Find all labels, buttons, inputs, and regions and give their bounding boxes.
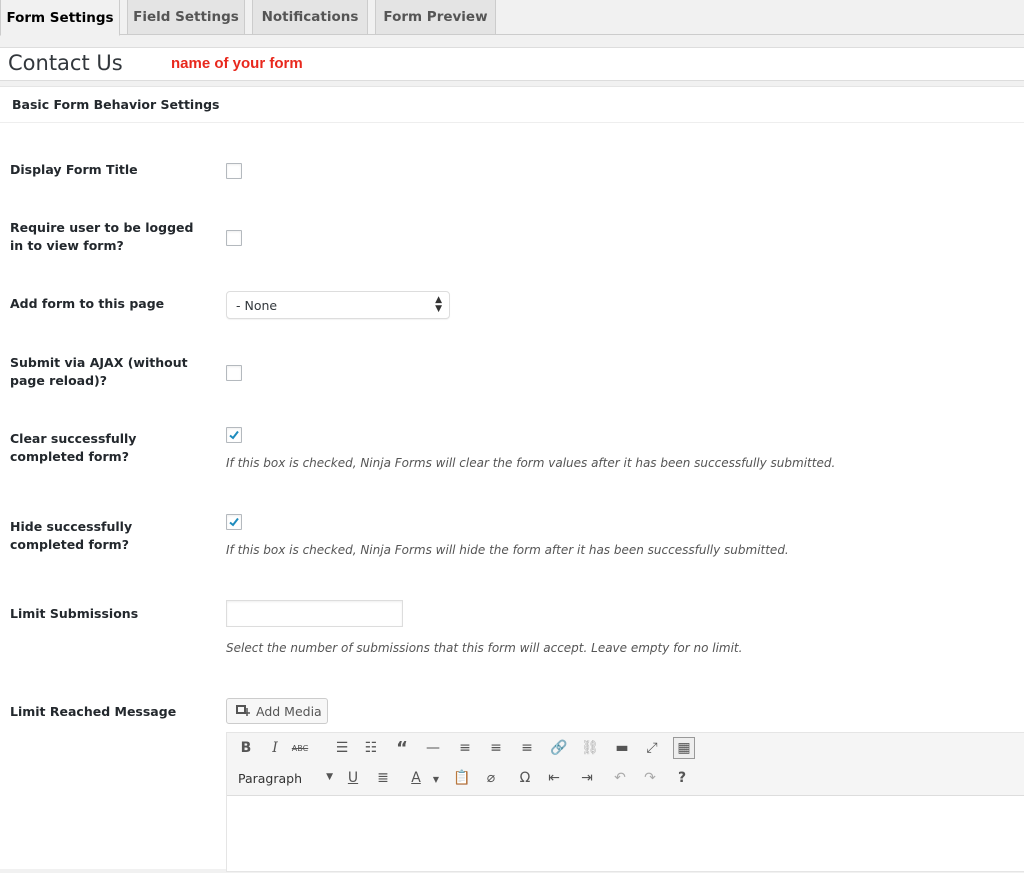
form-title-box[interactable]: Contact Us name of your form: [0, 47, 1024, 81]
ajax-label: Submit via AJAX (without page reload)?: [10, 355, 188, 388]
limit-message-label: Limit Reached Message: [10, 704, 177, 719]
text-color-icon[interactable]: A: [405, 767, 427, 789]
form-title-input[interactable]: Contact Us: [8, 51, 123, 75]
clear-complete-label: Clear successfully completed form?: [10, 431, 137, 464]
align-left-icon[interactable]: ≡: [454, 737, 476, 759]
format-select[interactable]: Paragraph ▼: [233, 767, 337, 789]
blockquote-icon[interactable]: “: [391, 737, 413, 759]
text-color-dropdown-icon[interactable]: ▼: [425, 768, 447, 790]
logged-in-checkbox[interactable]: [226, 230, 242, 246]
redo-icon[interactable]: ↷: [639, 767, 661, 789]
special-character-icon[interactable]: Ω: [514, 767, 536, 789]
add-media-button[interactable]: Add Media: [226, 698, 328, 724]
form-title-annotation: name of your form: [171, 55, 303, 72]
clear-complete-description: If this box is checked, Ninja Forms will…: [226, 456, 836, 470]
limit-submissions-description: Select the number of submissions that th…: [226, 641, 743, 655]
section-divider: [0, 122, 1024, 123]
indent-icon[interactable]: ⇥: [576, 767, 598, 789]
unlink-icon[interactable]: ⛓: [579, 737, 601, 759]
horizontal-rule-icon[interactable]: —: [422, 737, 444, 759]
editor-toolbar: B I ABC ☰ ☷ “ — ≡ ≡ ≡ 🔗 ⛓ ▬ ⤢ ▦ Paragrap…: [227, 733, 1024, 796]
limit-submissions-label: Limit Submissions: [10, 606, 139, 621]
align-center-icon[interactable]: ≡: [485, 737, 507, 759]
link-icon[interactable]: 🔗: [548, 737, 570, 759]
underline-icon[interactable]: U: [342, 767, 364, 789]
bold-icon[interactable]: B: [235, 737, 257, 759]
clear-complete-checkbox[interactable]: [226, 427, 242, 443]
undo-icon[interactable]: ↶: [609, 767, 631, 789]
strikethrough-icon[interactable]: ABC: [289, 737, 311, 759]
editor-content-area[interactable]: [227, 797, 1024, 873]
rich-text-editor[interactable]: B I ABC ☰ ☷ “ — ≡ ≡ ≡ 🔗 ⛓ ▬ ⤢ ▦ Paragrap…: [226, 732, 1024, 872]
hide-complete-label: Hide successfully completed form?: [10, 519, 133, 552]
outdent-icon[interactable]: ⇤: [543, 767, 565, 789]
ajax-checkbox[interactable]: [226, 365, 242, 381]
align-right-icon[interactable]: ≡: [516, 737, 538, 759]
justify-icon[interactable]: ≣: [372, 767, 394, 789]
add-page-select-value: - None: [236, 297, 278, 313]
section-title: Basic Form Behavior Settings: [12, 97, 220, 112]
tab-notifications[interactable]: Notifications: [252, 0, 368, 35]
display-title-checkbox[interactable]: [226, 163, 242, 179]
tab-field-settings[interactable]: Field Settings: [127, 0, 245, 35]
hide-complete-checkbox[interactable]: [226, 514, 242, 530]
fullscreen-icon[interactable]: ⤢: [641, 737, 663, 759]
limit-submissions-input[interactable]: [226, 600, 403, 627]
chevron-down-icon: ▼: [326, 772, 333, 782]
italic-icon[interactable]: I: [264, 737, 286, 759]
tab-form-preview[interactable]: Form Preview: [375, 0, 496, 35]
settings-panel: Basic Form Behavior Settings Display For…: [0, 86, 1024, 872]
add-page-select[interactable]: - None ▲ ▼: [226, 291, 450, 319]
numbered-list-icon[interactable]: ☷: [360, 737, 382, 759]
bullet-list-icon[interactable]: ☰: [331, 737, 353, 759]
checkmark-icon: [229, 430, 239, 440]
settings-tabs: Form Settings Field Settings Notificatio…: [0, 0, 1024, 36]
tab-form-settings[interactable]: Form Settings: [0, 0, 120, 36]
format-select-value: Paragraph: [238, 770, 303, 786]
select-arrows-icon: ▲ ▼: [435, 295, 442, 314]
read-more-icon[interactable]: ▬: [611, 737, 633, 759]
hide-complete-description: If this box is checked, Ninja Forms will…: [226, 543, 789, 557]
display-title-label: Display Form Title: [10, 162, 138, 177]
help-icon[interactable]: ?: [671, 767, 693, 789]
add-media-label: Add Media: [256, 703, 322, 719]
paste-text-icon[interactable]: 📋: [451, 767, 473, 789]
add-page-label: Add form to this page: [10, 296, 165, 311]
add-media-icon: [236, 705, 250, 716]
logged-in-label: Require user to be logged in to view for…: [10, 220, 194, 253]
toolbar-toggle-icon[interactable]: ▦: [673, 737, 695, 759]
checkmark-icon: [229, 517, 239, 527]
clear-formatting-icon[interactable]: ⌀: [480, 767, 502, 789]
